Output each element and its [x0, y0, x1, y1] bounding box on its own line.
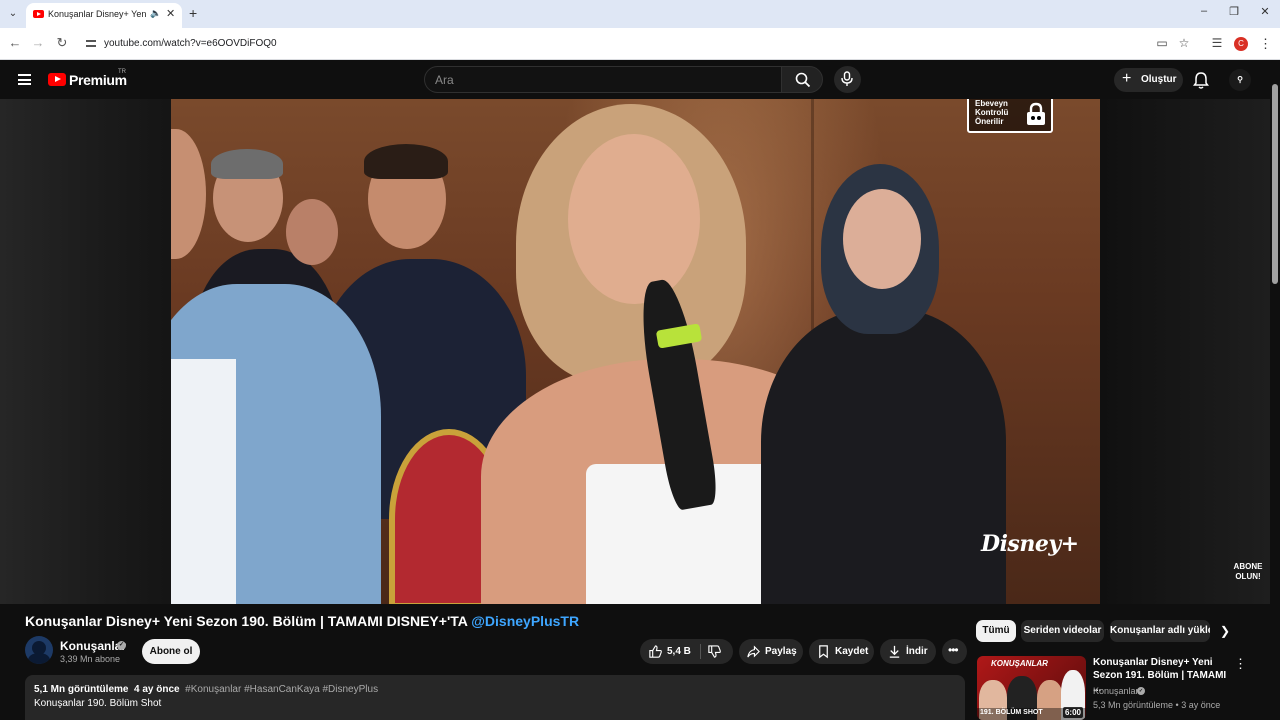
video-player[interactable]: Ebeveyn Kontrolü Önerilir Disney+ [171, 99, 1100, 604]
forward-arrow-icon[interactable]: → [29, 35, 47, 50]
browser-tab[interactable]: Konuşanlar Disney+ Yeni Se 🔈 ✕ [26, 3, 182, 28]
subscribe-watermark[interactable]: ABONE OLUN! [1231, 562, 1265, 582]
disney-plus-watermark: Disney+ [981, 531, 1079, 557]
browser-toolbar: ← → ↻ youtube.com/watch?v=e6OOVDiFOQ0 ▭ … [0, 28, 1280, 60]
video-face-right-woman [843, 189, 921, 289]
search-button[interactable] [781, 66, 823, 93]
description-text: Konuşanlar 190. Bölüm Shot [34, 698, 162, 709]
parental-guidance-badge: Ebeveyn Kontrolü Önerilir [967, 99, 1053, 133]
lock-icon [1027, 102, 1045, 125]
share-button[interactable]: Paylaş [739, 639, 803, 664]
recommendation-more-icon[interactable]: ⋮ [1234, 656, 1247, 672]
search-icon [795, 72, 811, 88]
chip-series-videos[interactable]: Seriden videolar [1021, 620, 1104, 642]
video-hair-back-left [211, 149, 283, 179]
like-dislike-group: 5,4 B [640, 639, 733, 664]
search-box [424, 66, 782, 93]
address-bar[interactable]: youtube.com/watch?v=e6OOVDiFOQ0 [76, 31, 1198, 57]
video-face-main [568, 134, 700, 304]
browser-menu-icon[interactable]: ⋮ [1259, 36, 1272, 52]
site-info-icon[interactable] [85, 37, 97, 49]
microphone-icon [841, 71, 853, 86]
back-arrow-icon[interactable]: ← [6, 35, 24, 50]
subscribe-button[interactable]: Abone ol [142, 639, 200, 664]
guide-menu-icon[interactable] [18, 74, 31, 85]
plus-icon: + [1122, 70, 1132, 87]
video-shirt-left-man [171, 359, 236, 604]
recommendation-thumbnail[interactable]: KONUŞANLAR 191. BÖLÜM SHOT 6:00 [977, 656, 1086, 720]
recommendation-channel[interactable]: Konuşanlar [1093, 686, 1139, 696]
install-app-icon[interactable]: ▭ [1154, 36, 1170, 50]
description-box[interactable]: 5,1 Mn görüntüleme 4 ay önce #Konuşanlar… [25, 675, 965, 720]
like-divider [700, 644, 701, 659]
parental-guidance-text: Ebeveyn Kontrolü Önerilir [975, 99, 1009, 126]
more-actions-button[interactable]: ••• [942, 639, 967, 664]
url-text[interactable]: youtube.com/watch?v=e6OOVDiFOQ0 [104, 38, 277, 49]
subscriber-count: 3,39 Mn abone [60, 654, 121, 664]
logo-country-code: TR [118, 69, 126, 75]
notifications-bell-icon[interactable] [1191, 70, 1211, 90]
tab-search-chevron-icon[interactable]: ⌄ [5, 6, 21, 22]
restore-icon[interactable]: ❐ [1224, 5, 1244, 18]
description-meta: 5,1 Mn görüntüleme 4 ay önce #Konuşanlar… [34, 684, 378, 695]
youtube-favicon-icon [33, 10, 44, 18]
recommendation-stats: 5,3 Mn görüntüleme • 3 ay önce [1093, 700, 1221, 710]
chevron-right-icon[interactable]: ❯ [1220, 624, 1230, 638]
create-button[interactable]: + Oluştur [1114, 68, 1183, 92]
create-label: Oluştur [1141, 74, 1177, 85]
bookmark-star-icon[interactable]: ☆ [1176, 36, 1192, 50]
video-title: Konuşanlar Disney+ Yeni Sezon 190. Bölüm… [25, 613, 579, 629]
browser-profile-avatar[interactable]: C [1234, 37, 1248, 51]
hashtags[interactable]: #Konuşanlar #HasanCanKaya #DisneyPlus [185, 684, 378, 695]
save-label: Kaydet [835, 646, 869, 657]
chip-channel-uploads[interactable]: Konuşanlar adlı yükle [1110, 620, 1210, 642]
download-button[interactable]: İndir [880, 639, 936, 664]
upload-age: 4 ay önce [134, 684, 180, 695]
youtube-premium-logo[interactable]: Premium TR [48, 69, 138, 90]
channel-avatar[interactable] [25, 636, 53, 664]
video-title-handle-link[interactable]: @DisneyPlusTR [471, 613, 579, 629]
share-label: Paylaş [765, 646, 797, 657]
page-scrollbar-thumb[interactable] [1272, 84, 1278, 284]
player-ambient-right [1100, 99, 1270, 604]
share-arrow-icon [747, 645, 760, 658]
thumbs-down-icon[interactable] [707, 644, 722, 659]
more-horizontal-icon: ••• [948, 643, 959, 657]
youtube-play-logo-icon [48, 73, 66, 86]
video-hair-back-mid [364, 144, 448, 179]
verified-check-icon: ✓ [117, 641, 126, 650]
save-button[interactable]: Kaydet [809, 639, 874, 664]
new-tab-plus-icon[interactable]: + [189, 5, 197, 21]
media-control-icon[interactable]: ☰ [1209, 36, 1225, 50]
video-head-back-woman [286, 199, 338, 265]
download-label: İndir [906, 646, 928, 657]
browser-tab-strip: ⌄ Konuşanlar Disney+ Yeni Se 🔈 ✕ + – ❐ ✕ [0, 0, 1280, 28]
bookmark-icon [819, 645, 828, 659]
window-close-icon[interactable]: ✕ [1255, 5, 1275, 18]
reload-icon[interactable]: ↻ [53, 35, 71, 51]
search-input[interactable] [435, 72, 765, 88]
video-title-text: Konuşanlar Disney+ Yeni Sezon 190. Bölüm… [25, 613, 468, 629]
minimize-icon[interactable]: – [1194, 5, 1214, 17]
youtube-masthead: Premium TR + Oluştur ⚲ [0, 61, 1280, 99]
like-count[interactable]: 5,4 B [667, 646, 691, 657]
thumbnail-band-text: 191. BÖLÜM SHOT [980, 709, 1043, 716]
video-figure-right-woman [761, 309, 1006, 604]
thumbnail-title: KONUŞANLAR [991, 659, 1048, 668]
video-duration: 6:00 [1062, 707, 1083, 718]
voice-search-button[interactable] [834, 66, 861, 93]
tab-close-icon[interactable]: ✕ [166, 7, 175, 20]
account-avatar[interactable]: ⚲ [1229, 69, 1251, 91]
chip-all[interactable]: Tümü [976, 620, 1016, 642]
speaker-icon[interactable]: 🔈 [150, 8, 161, 19]
thumbs-up-icon[interactable] [648, 644, 663, 659]
view-count: 5,1 Mn görüntüleme [34, 684, 129, 695]
recommendation-verified-icon: ✓ [1137, 687, 1145, 695]
download-icon [889, 645, 900, 658]
tab-title: Konuşanlar Disney+ Yeni Se [48, 9, 146, 19]
